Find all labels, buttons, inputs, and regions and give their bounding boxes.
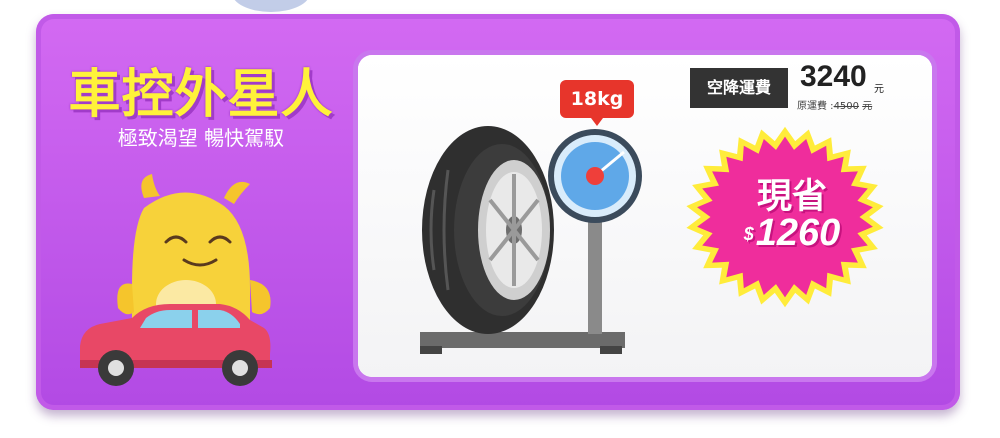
alien-mascot-icon	[80, 174, 272, 386]
original-shipping: 原運費 :4500 元	[797, 97, 872, 112]
scale-icon	[588, 220, 602, 334]
original-prefix: 原運費 :	[797, 101, 834, 112]
savings-amount: $1260	[722, 212, 862, 255]
weight-tag: 18kg	[560, 80, 634, 126]
shipping-price: 3240	[800, 60, 867, 93]
original-price: 4500	[833, 101, 860, 112]
decorative-blob	[232, 0, 310, 12]
tire-icon	[422, 126, 554, 334]
brand-subtitle: 極致渴望 暢快駕馭	[117, 126, 285, 150]
brand-title: 車控外星人	[68, 65, 334, 125]
scale-platform	[420, 332, 625, 348]
car-icon	[80, 304, 272, 386]
savings-value: 1260	[755, 212, 841, 254]
original-unit: 元	[862, 101, 873, 112]
currency-symbol: $	[743, 224, 754, 245]
shipping-unit: 元	[874, 84, 884, 95]
shipping-badge: 空降運費	[690, 68, 788, 108]
